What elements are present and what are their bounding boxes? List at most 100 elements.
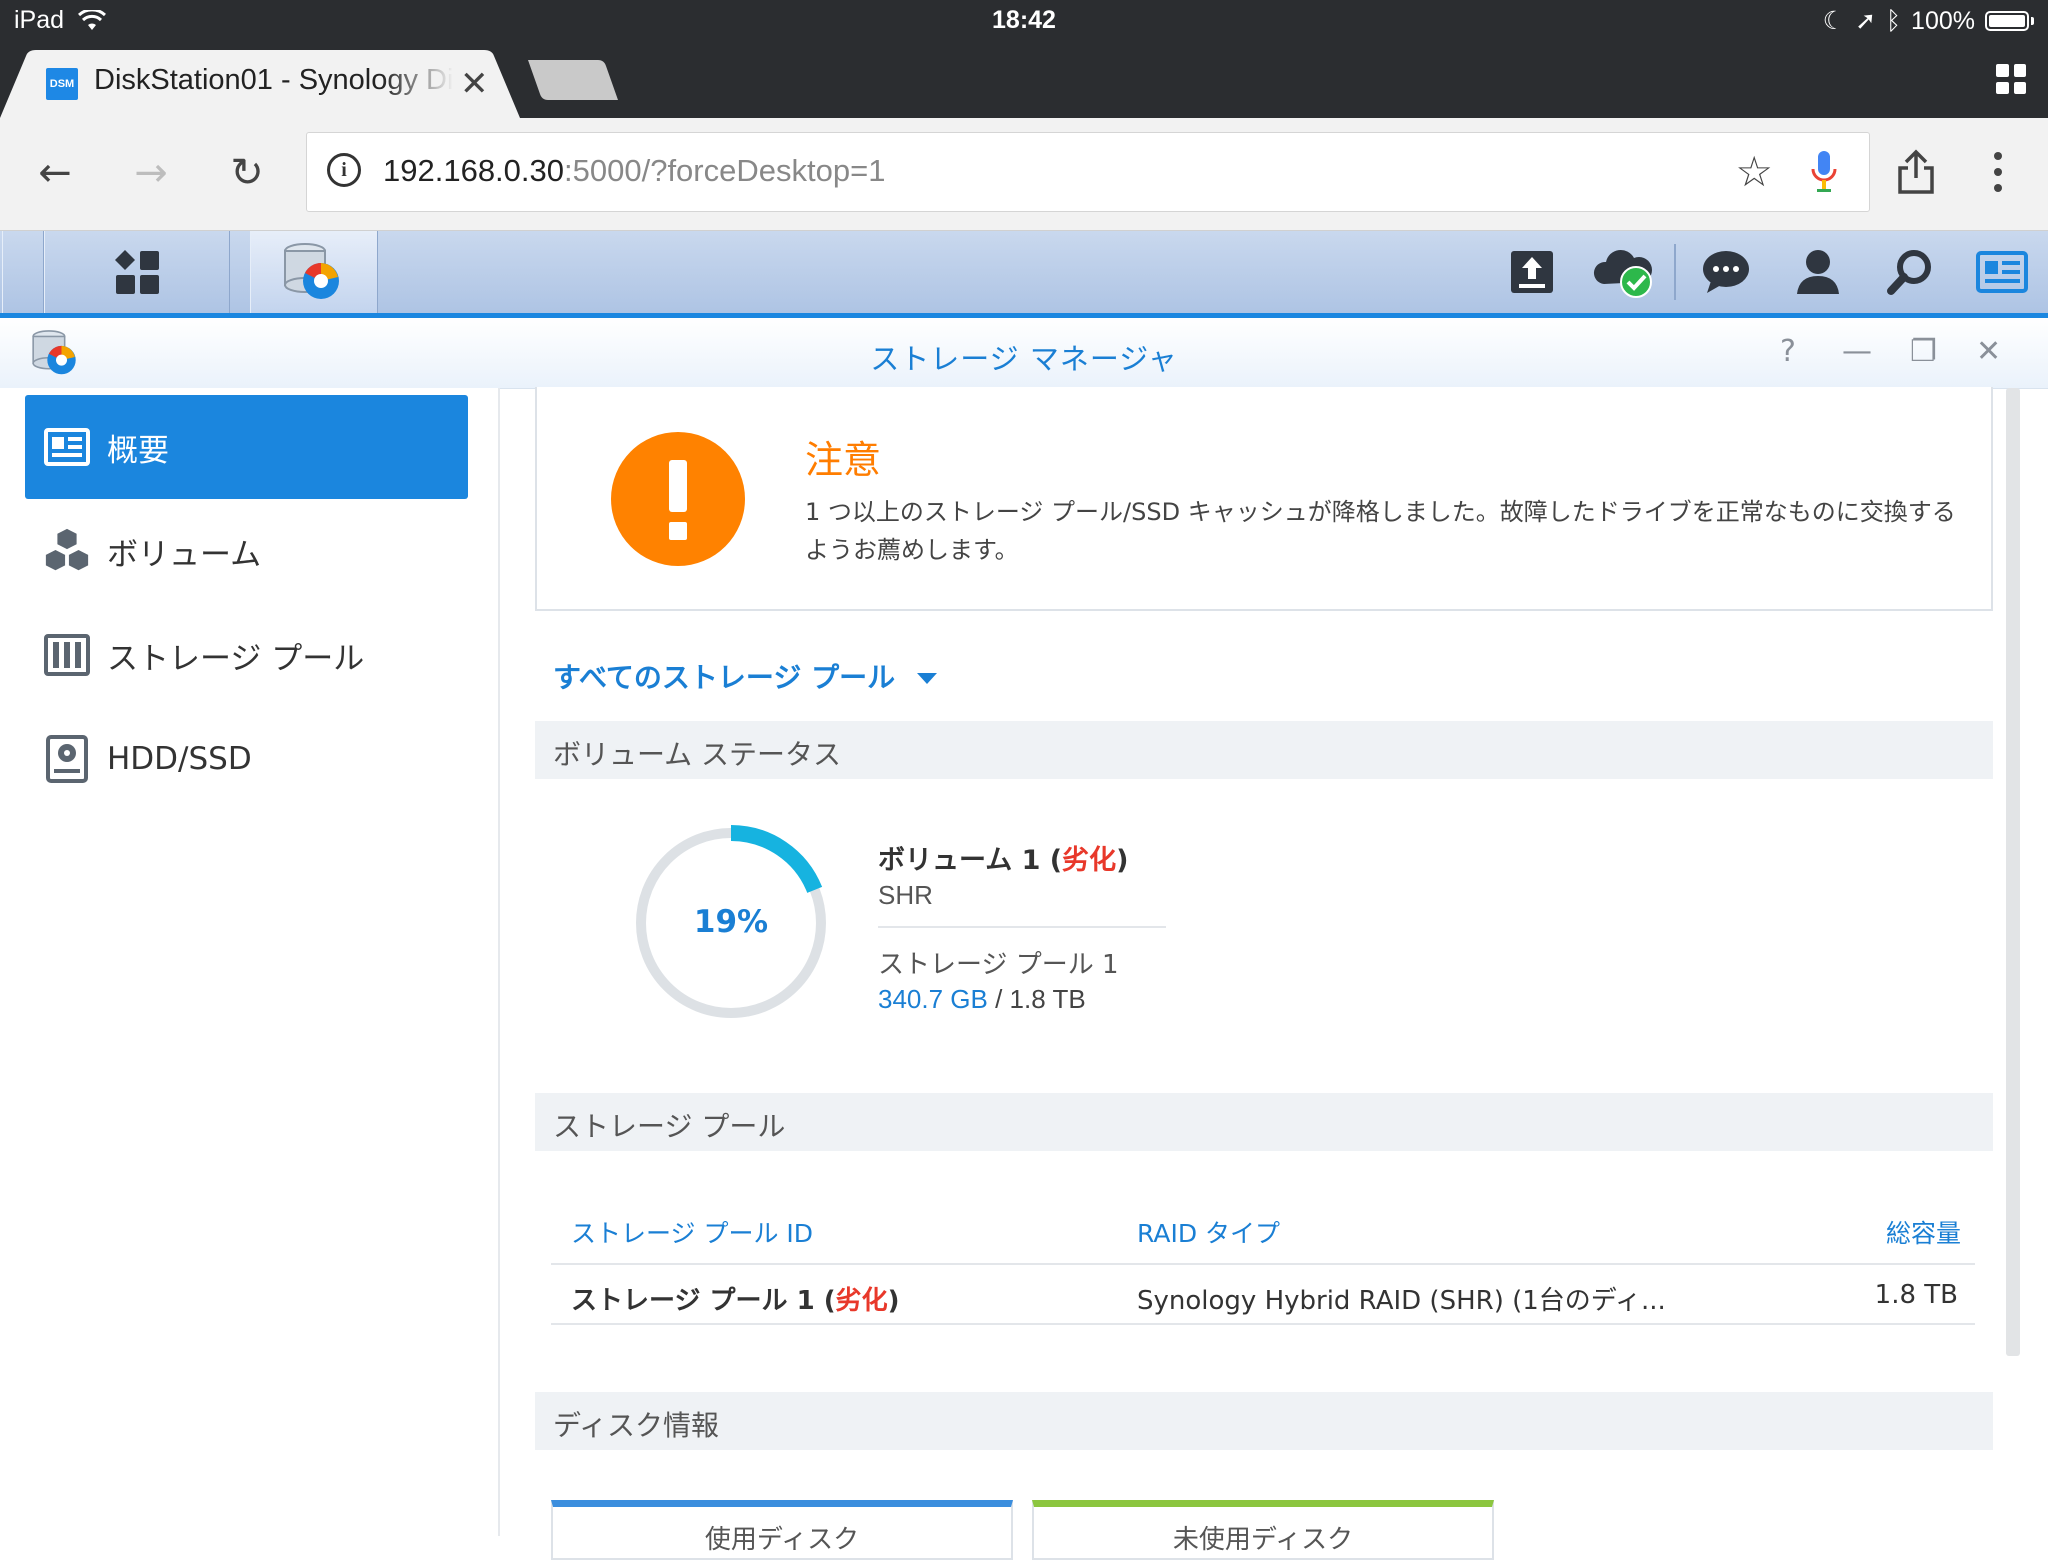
volume-total: / 1.8 TB [995, 984, 1086, 1014]
browser-tab[interactable]: DSM DiskStation01 - Synology DiskStation… [0, 50, 520, 118]
alert-message: 1 つ以上のストレージ プール/SSD キャッシュが降格しました。故障したドライ… [805, 498, 1956, 564]
url-host: 192.168.0.30 [383, 153, 565, 188]
volume-usage-arc [730, 825, 823, 894]
restore-icon[interactable]: ❐ [1910, 334, 1937, 369]
taskbar-toggle[interactable] [2, 231, 44, 313]
dsm-favicon-icon: DSM [46, 68, 78, 100]
storage-manager-taskbar-button[interactable] [250, 231, 378, 313]
battery-icon [1985, 11, 2029, 31]
content-scrollbar[interactable] [2006, 388, 2020, 1356]
chat-bubble-icon [1703, 251, 1749, 293]
tab-close-icon[interactable]: ✕ [460, 64, 489, 104]
microphone-icon[interactable] [1809, 147, 1839, 197]
close-icon[interactable]: ✕ [1976, 334, 2001, 369]
column-header-raid-type[interactable]: RAID タイプ [1137, 1214, 1280, 1250]
notifications-button[interactable] [1680, 231, 1772, 313]
section-title: ディスク情報 [553, 1409, 720, 1442]
window-title: ストレージ マネージャ [870, 342, 1178, 376]
volume-status-header: ボリューム ステータス [535, 721, 1993, 779]
volume-capacity: 340.7 GB / 1.8 TB [878, 984, 1086, 1015]
battery-percent: 100% [1911, 6, 1975, 35]
sidebar-item-label: ボリューム [107, 536, 262, 573]
capacity-cell: 1.8 TB [1874, 1280, 1958, 1310]
cloud-check-icon [1593, 249, 1652, 298]
url-path: :5000/?forceDesktop=1 [564, 153, 886, 188]
warning-alert: 注意 1 つ以上のストレージ プール/SSD キャッシュが降格しました。故障した… [535, 387, 1993, 611]
help-icon[interactable]: ? [1780, 334, 1796, 369]
used-disks-card[interactable]: 使用ディスク [551, 1500, 1013, 1560]
sidebar-item-overview[interactable]: 概要 [25, 395, 468, 499]
storage-pool-icon [43, 631, 91, 679]
column-header-pool-id[interactable]: ストレージ プール ID [571, 1214, 813, 1250]
volume-usage-percent: 19% [693, 904, 769, 940]
bluetooth-icon: ᛒ [1886, 6, 1902, 35]
widgets-button[interactable] [1956, 231, 2048, 313]
search-icon [1887, 250, 1931, 295]
clock: 18:42 [992, 6, 1056, 34]
volume-type: SHR [878, 880, 933, 910]
minimize-icon[interactable]: — [1842, 334, 1872, 369]
volume-name-text: ボリューム 1 [878, 845, 1041, 876]
pool-id-cell: ストレージ プール 1 (劣化) [571, 1286, 900, 1316]
main-menu-icon [115, 250, 159, 294]
alert-title: 注意 [805, 438, 882, 482]
cloud-status-button[interactable] [1578, 231, 1670, 313]
table-header-divider [551, 1263, 1975, 1265]
raid-type-cell: Synology Hybrid RAID (SHR) (1台のディ... [1137, 1286, 1666, 1316]
widgets-icon [1976, 251, 2028, 293]
volume-icon [43, 527, 91, 575]
new-tab-button[interactable] [528, 60, 618, 102]
storage-pool-dropdown[interactable]: すべてのストレージ プール [553, 656, 938, 696]
user-options-button[interactable] [1772, 231, 1864, 313]
hdd-icon [43, 735, 91, 783]
storage-manager-icon [284, 243, 339, 299]
url-text: 192.168.0.30:5000/?forceDesktop=1 [383, 153, 885, 189]
storage-pool-header: ストレージ プール [535, 1093, 1993, 1151]
sidebar-item-label: 概要 [107, 432, 169, 469]
chevron-down-icon [917, 672, 938, 684]
volume-name: ボリューム 1 (劣化) [878, 845, 1129, 876]
site-info-icon[interactable]: i [327, 153, 361, 187]
disk-info-header: ディスク情報 [535, 1392, 1993, 1450]
upload-icon [1511, 251, 1553, 293]
section-title: ボリューム ステータス [553, 738, 842, 771]
pool-id-text: ストレージ プール 1 [571, 1286, 815, 1316]
tab-switcher-icon[interactable] [1996, 64, 2026, 94]
section-title: ストレージ プール [553, 1110, 786, 1143]
column-header-capacity[interactable]: 総容量 [1886, 1214, 1961, 1250]
sidebar-item-label: HDD/SSD [107, 741, 252, 777]
browser-toolbar: ← → ↻ i 192.168.0.30:5000/?forceDesktop=… [0, 118, 2048, 231]
main-menu-button[interactable] [44, 231, 230, 313]
disk-card-label: 未使用ディスク [1172, 1525, 1354, 1555]
volume-used: 340.7 GB [878, 984, 988, 1014]
location-icon: ➚ [1855, 7, 1877, 35]
volume-state: 劣化 [1062, 845, 1117, 876]
warning-exclamation-icon [611, 432, 745, 566]
upload-queue-button[interactable] [1486, 231, 1578, 313]
divider [878, 926, 1166, 928]
sidebar: 概要 ボリューム ストレージ プール HDD/SSD [0, 388, 500, 1536]
browser-menu-icon[interactable] [1994, 152, 2002, 192]
dsm-taskbar [0, 231, 2048, 318]
back-arrow-icon[interactable]: ← [30, 148, 80, 198]
window-title-bar: ストレージ マネージャ ? — ❐ ✕ [0, 318, 2048, 389]
volume-pool: ストレージ プール 1 [878, 950, 1119, 980]
user-icon [1797, 250, 1839, 294]
share-icon[interactable] [1896, 148, 1936, 196]
disk-card-label: 使用ディスク [704, 1525, 860, 1555]
table-row-divider [551, 1323, 1975, 1325]
address-bar[interactable]: i 192.168.0.30:5000/?forceDesktop=1 ☆ [306, 132, 1870, 212]
reload-icon[interactable]: ↻ [222, 148, 272, 198]
storage-pool-dropdown-label: すべてのストレージ プール [553, 661, 896, 694]
sidebar-item-volume[interactable]: ボリューム [25, 499, 468, 603]
ios-status-bar: iPad 18:42 ☾ ➚ ᛒ 100% [0, 0, 2048, 40]
sidebar-item-hdd-ssd[interactable]: HDD/SSD [25, 707, 468, 811]
tab-title: DiskStation01 - Synology DiskStation [94, 64, 454, 96]
overview-icon [43, 423, 91, 471]
sidebar-item-storage-pool[interactable]: ストレージ プール [25, 603, 468, 707]
unused-disks-card[interactable]: 未使用ディスク [1032, 1500, 1494, 1560]
bookmark-star-icon[interactable]: ☆ [1735, 147, 1773, 196]
search-button[interactable] [1864, 231, 1956, 313]
sidebar-item-label: ストレージ プール [107, 640, 365, 677]
forward-arrow-icon[interactable]: → [126, 148, 176, 198]
